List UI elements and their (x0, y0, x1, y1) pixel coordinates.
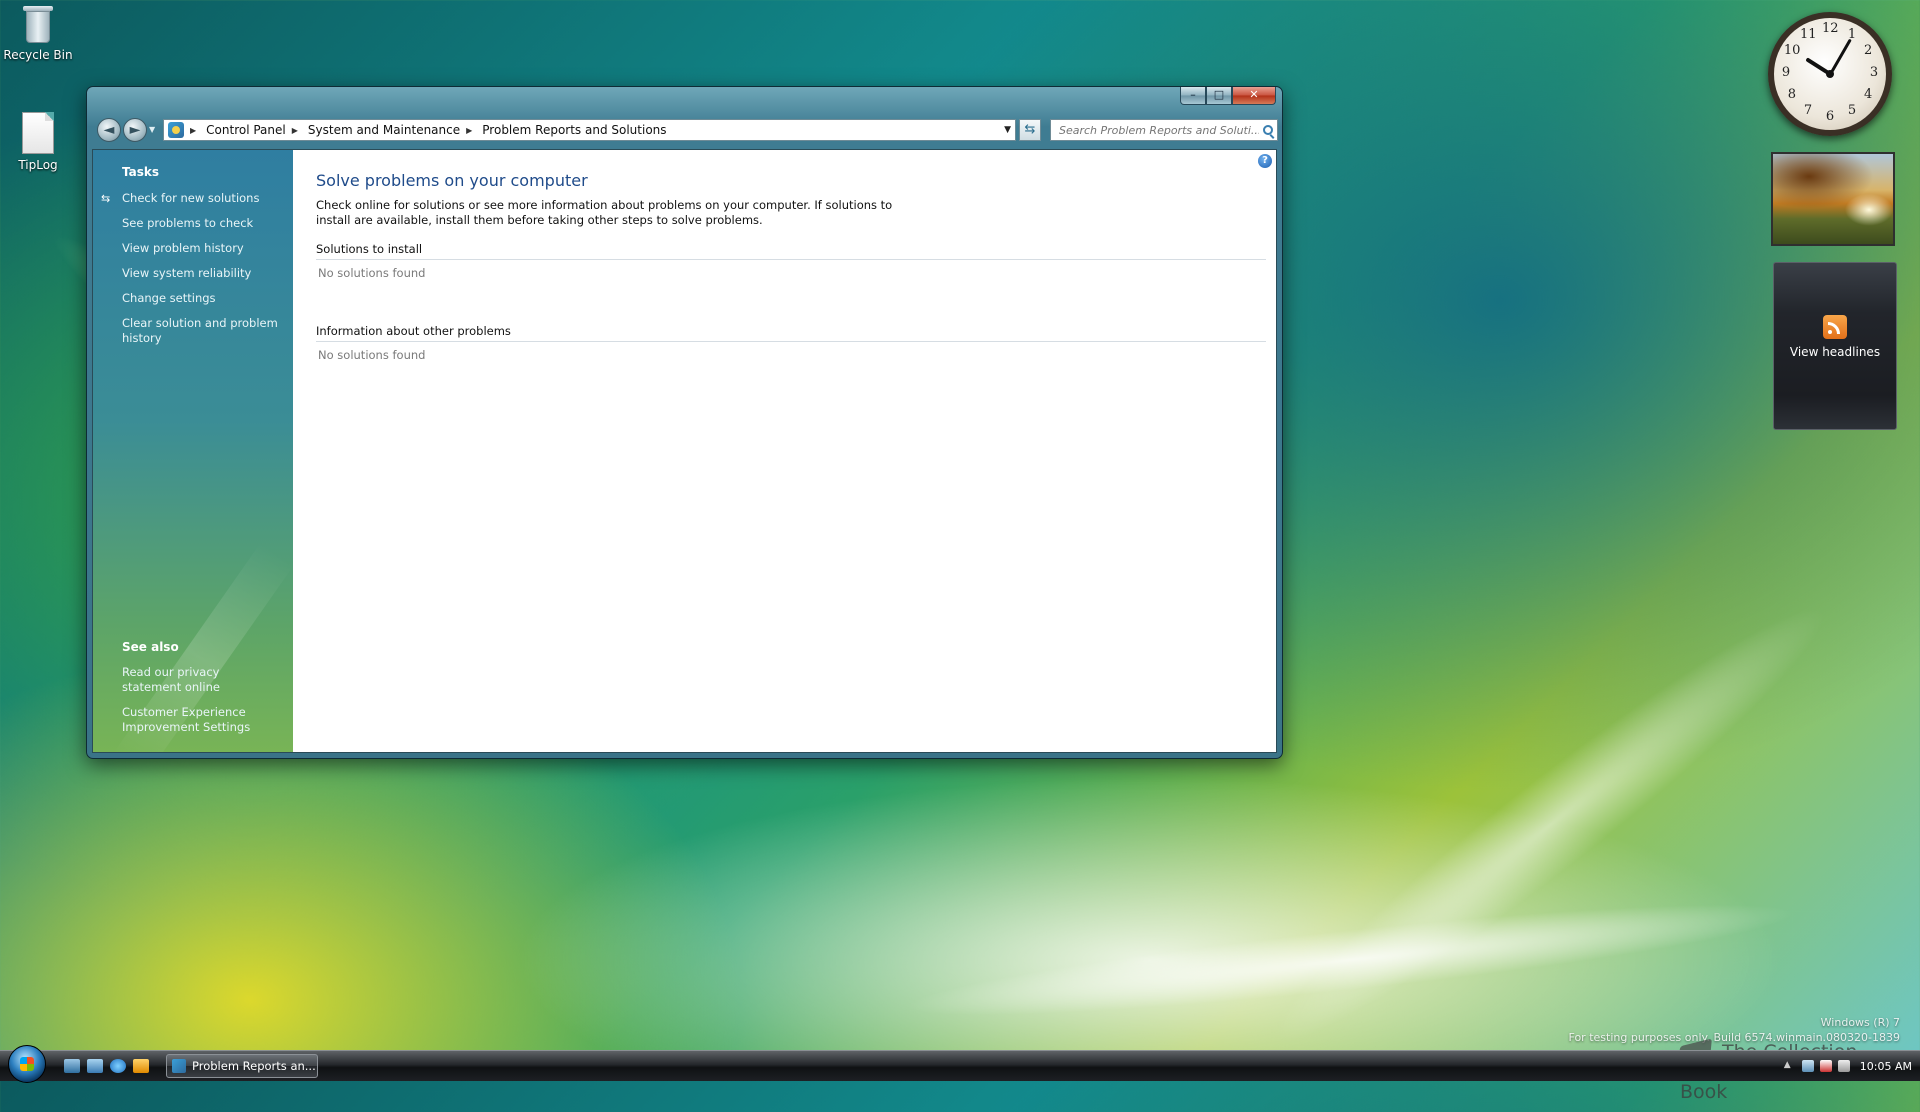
minimize-button[interactable]: – (1180, 87, 1206, 105)
task-view-problem-history[interactable]: View problem history (122, 241, 282, 256)
slideshow-gadget[interactable] (1771, 152, 1895, 246)
refresh-button[interactable]: ⇆ (1019, 119, 1041, 141)
action-center-icon[interactable] (1819, 1060, 1832, 1072)
address-bar[interactable]: ▶ Control Panel ▶ System and Maintenance… (163, 119, 1016, 141)
network-icon[interactable] (1801, 1060, 1814, 1072)
clock-minute-hand (1828, 38, 1852, 75)
see-also-heading: See also (122, 640, 179, 654)
desktop: { "desktop": { "icons": [ {"label": "Rec… (0, 0, 1920, 1103)
link-customer-experience[interactable]: Customer Experience Improvement Settings (122, 705, 282, 735)
help-icon[interactable]: ? (1258, 154, 1272, 168)
text-document-icon (22, 112, 54, 154)
window-client-area: Tasks ⇆ Check for new solutions See prob… (92, 149, 1277, 753)
page-description: Check online for solutions or see more i… (316, 198, 893, 227)
back-button[interactable]: ◄ (97, 118, 121, 142)
breadcrumb-problem-reports[interactable]: Problem Reports and Solutions (482, 123, 666, 137)
clock-numeral: 9 (1781, 65, 1791, 80)
wallpaper-streak (1246, 574, 1854, 1076)
breadcrumb-system-and-maintenance[interactable]: System and Maintenance (308, 123, 460, 137)
chevron-up-icon[interactable]: ▲ (1784, 1060, 1796, 1072)
clock-numeral: 8 (1787, 87, 1797, 102)
clock-numeral: 1 (1847, 26, 1857, 42)
breadcrumb-control-panel[interactable]: Control Panel (206, 123, 286, 137)
taskbar-button-label: Problem Reports an... (192, 1059, 316, 1073)
volume-icon[interactable] (1837, 1060, 1850, 1072)
section-heading-solutions: Solutions to install (316, 242, 1266, 260)
caption-buttons: – □ ✕ (1180, 87, 1276, 105)
recent-pages-dropdown[interactable]: ▼ (149, 125, 155, 134)
refresh-solutions-icon: ⇆ (101, 192, 111, 205)
section-heading-other-problems: Information about other problems (316, 324, 1266, 342)
chevron-right-icon[interactable]: ▶ (292, 126, 298, 135)
task-clear-history[interactable]: Clear solution and problem history (122, 316, 282, 346)
close-button[interactable]: ✕ (1232, 87, 1276, 105)
clock-numeral: 10 (1783, 43, 1801, 58)
task-see-problems-to-check[interactable]: See problems to check (122, 216, 282, 231)
taskbar-clock[interactable]: 10:05 AM (1860, 1060, 1912, 1073)
feed-headlines-gadget[interactable]: View headlines (1773, 262, 1897, 430)
switch-windows-icon[interactable] (87, 1059, 103, 1073)
control-panel-icon (168, 122, 184, 138)
clock-numeral: 2 (1863, 43, 1873, 58)
media-player-icon[interactable] (133, 1059, 149, 1073)
desktop-icon-recycle-bin[interactable]: Recycle Bin (0, 4, 78, 62)
task-pane: Tasks ⇆ Check for new solutions See prob… (93, 150, 293, 752)
search-box[interactable] (1050, 119, 1278, 141)
problem-reports-window: – □ ✕ ◄ ► ▼ ▶ Control Panel ▶ System and… (86, 86, 1283, 759)
maximize-button[interactable]: □ (1206, 87, 1232, 105)
desktop-icon-label: Recycle Bin (3, 48, 73, 62)
chevron-right-icon[interactable]: ▶ (466, 126, 472, 135)
clock-numeral: 7 (1803, 103, 1813, 119)
link-privacy-statement[interactable]: Read our privacy statement online (122, 665, 282, 695)
task-view-system-reliability[interactable]: View system reliability (122, 266, 282, 281)
tasks-heading: Tasks (122, 165, 160, 179)
clock-numeral: 4 (1863, 87, 1873, 102)
notification-area: ▲ 10:05 AM (1784, 1051, 1912, 1081)
desktop-icon-tiplog[interactable]: TipLog (0, 112, 78, 172)
show-desktop-icon[interactable] (64, 1059, 80, 1073)
forward-button[interactable]: ► (123, 118, 147, 142)
chevron-down-icon[interactable]: ▼ (1004, 125, 1011, 135)
view-headlines-label[interactable]: View headlines (1774, 345, 1896, 359)
search-input[interactable] (1057, 122, 1261, 138)
taskbar: Problem Reports an... ▲ 10:05 AM (0, 1045, 1920, 1083)
internet-explorer-icon[interactable] (110, 1059, 126, 1073)
clock-numeral: 11 (1800, 26, 1817, 42)
taskbar-button-problem-reports[interactable]: Problem Reports an... (166, 1054, 318, 1078)
start-button[interactable] (8, 1045, 46, 1083)
rss-icon (1823, 315, 1847, 339)
wallpaper-streak (899, 883, 1801, 1037)
watermark-line-1: Windows (R) 7 (1820, 1016, 1900, 1029)
control-panel-icon (172, 1059, 186, 1073)
clock-numeral: 3 (1869, 65, 1879, 80)
navigation-bar: ◄ ► ▼ ▶ Control Panel ▶ System and Maint… (93, 117, 1278, 143)
task-check-for-new-solutions[interactable]: Check for new solutions (122, 191, 282, 206)
clock-center-pin (1826, 70, 1834, 78)
clock-gadget[interactable]: 12 1 2 3 4 5 6 7 8 9 10 11 (1768, 12, 1892, 136)
main-content: ? Solve problems on your computer Check … (293, 150, 1276, 752)
empty-state-text: No solutions found (318, 266, 426, 280)
empty-state-text: No solutions found (318, 348, 426, 362)
recycle-bin-icon (23, 4, 53, 44)
chevron-right-icon[interactable]: ▶ (190, 126, 196, 135)
clock-numeral: 12 (1822, 21, 1839, 36)
clock-numeral: 5 (1847, 103, 1857, 119)
task-change-settings[interactable]: Change settings (122, 291, 282, 306)
search-icon[interactable] (1263, 125, 1273, 135)
clock-numeral: 6 (1825, 109, 1835, 124)
desktop-icon-label: TipLog (18, 158, 58, 172)
page-title: Solve problems on your computer (316, 171, 588, 190)
refresh-icon: ⇆ (1024, 122, 1036, 137)
